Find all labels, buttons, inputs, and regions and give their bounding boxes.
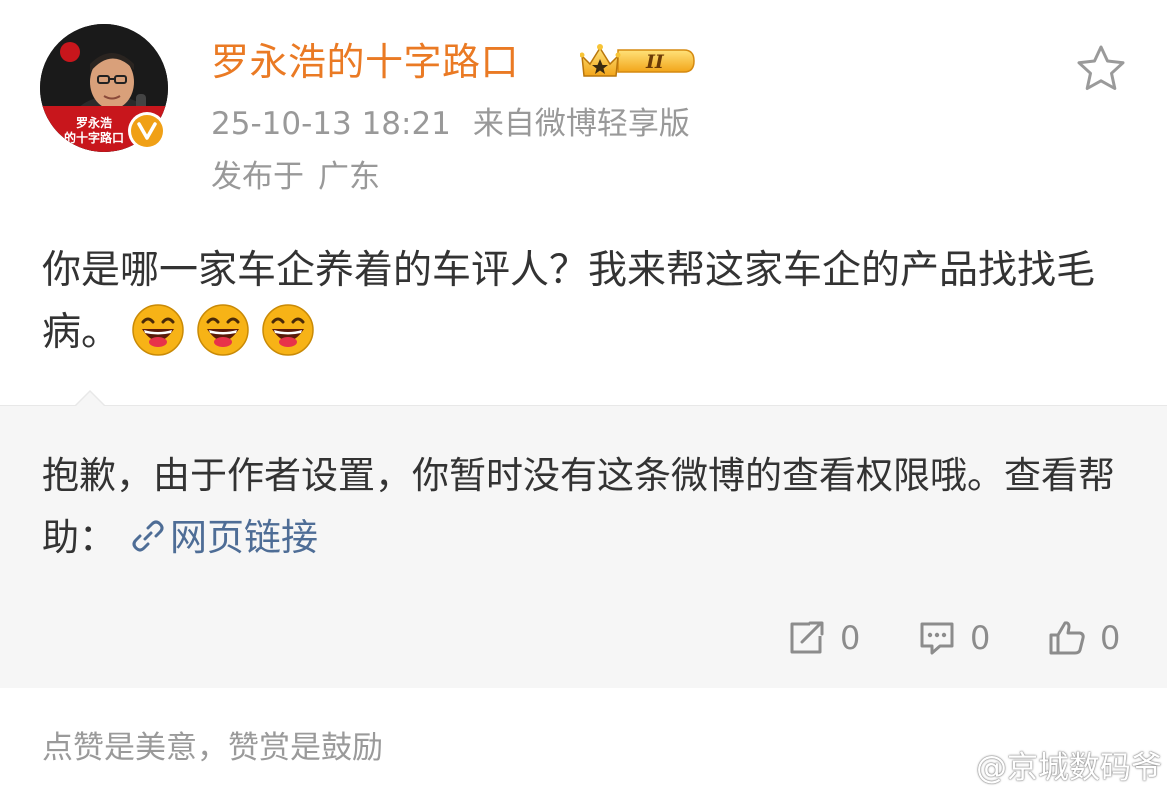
weibo-post-page: 罗永浩 的十字路口 罗永浩的十字路口 II 25-10-13 18:21 来自微…	[0, 0, 1167, 798]
post-meta: 25-10-13 18:21 来自微博轻享版	[211, 104, 690, 144]
watermark: @京城数码爷	[926, 748, 1162, 788]
star-icon	[1077, 45, 1125, 90]
link-icon	[130, 511, 166, 552]
crown-icon: II	[579, 44, 695, 77]
avatar-caption-line2: 的十字路口	[63, 131, 124, 145]
location-prefix: 发布于	[211, 159, 304, 195]
post-timestamp: 25-10-13 18:21	[211, 106, 451, 142]
avatar-caption: 罗永浩 的十字路口	[54, 116, 134, 146]
avatar-logo-icon	[60, 42, 80, 62]
comment-icon	[920, 622, 954, 655]
repost-card-notch-fill	[75, 392, 105, 407]
post-location: 发布于 广东	[211, 157, 380, 197]
weibo-logo-icon	[927, 753, 968, 785]
help-web-link[interactable]: 网页链接	[130, 516, 318, 559]
laughing-face-icon	[196, 303, 250, 357]
level-badge-text: II	[645, 51, 665, 73]
repost-notice: 抱歉，由于作者设置，你暂时没有这条微博的查看权限哦。查看帮助： 网页链接	[42, 445, 1132, 569]
repost-count: 0	[840, 619, 861, 657]
repost-button[interactable]: 0	[788, 612, 860, 664]
post-source[interactable]: 来自微博轻享版	[473, 106, 690, 142]
username[interactable]: 罗永浩的十字路口	[211, 38, 519, 86]
repost-icon	[790, 621, 824, 654]
favorite-button[interactable]	[1074, 42, 1128, 94]
avatar[interactable]: 罗永浩 的十字路口	[40, 24, 168, 152]
location-value: 广东	[318, 159, 380, 195]
avatar-caption-line1: 罗永浩	[75, 116, 112, 130]
like-count: 0	[1100, 619, 1121, 657]
watermark-text: @京城数码爷	[976, 750, 1162, 786]
like-button[interactable]: 0	[1048, 612, 1120, 664]
verified-icon	[131, 115, 163, 147]
help-link-text: 网页链接	[170, 516, 318, 559]
thumbs-up-icon	[1049, 621, 1085, 655]
reward-hint: 点赞是美意，赞赏是鼓励	[42, 730, 383, 766]
comment-count: 0	[970, 619, 991, 657]
verified-badge	[128, 112, 166, 150]
laughing-face-icon	[261, 303, 315, 357]
comment-button[interactable]: 0	[918, 612, 990, 664]
post-content: 你是哪一家车企养着的车评人？我来帮这家车企的产品找找毛病。	[42, 240, 1132, 364]
laughing-face-icon	[131, 303, 185, 357]
vip-level-badge[interactable]: II	[579, 42, 696, 80]
